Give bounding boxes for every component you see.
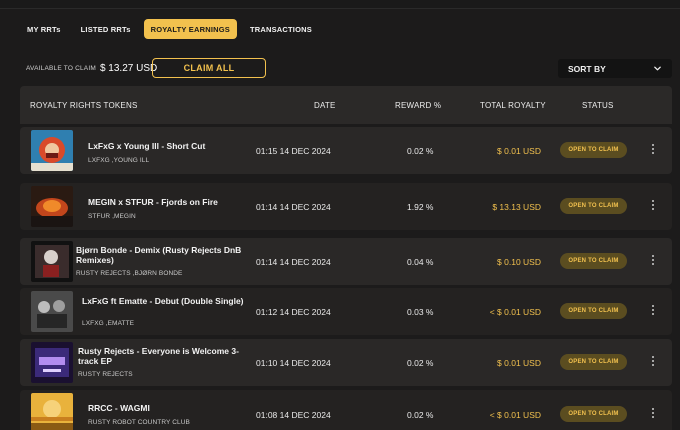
- token-artist: RUSTY REJECTS ,BJØRN BONDE: [76, 270, 183, 277]
- row-reward: 0.02 %: [407, 146, 434, 156]
- top-bar: [0, 0, 680, 9]
- row-reward: 1.92 %: [407, 202, 434, 212]
- more-options-icon[interactable]: [650, 144, 656, 156]
- sort-by-label: SORT BY: [568, 63, 606, 74]
- row-date: 01:12 14 DEC 2024: [256, 307, 331, 317]
- cover-art-thumbnail: [31, 186, 73, 227]
- open-to-claim-button[interactable]: OPEN TO CLAIM: [560, 406, 627, 422]
- open-to-claim-button[interactable]: OPEN TO CLAIM: [560, 354, 627, 370]
- token-artist: RUSTY REJECTS: [78, 371, 133, 378]
- token-title: RRCC - WAGMI: [88, 403, 150, 413]
- row-date: 01:14 14 DEC 2024: [256, 202, 331, 212]
- royalty-table: ROYALTY RIGHTS TOKENS DATE REWARD % TOTA…: [20, 86, 672, 430]
- row-date: 01:15 14 DEC 2024: [256, 146, 331, 156]
- token-title: LxFxG ft Ematte - Debut (Double Single): [82, 296, 244, 306]
- open-to-claim-button[interactable]: OPEN TO CLAIM: [560, 142, 627, 158]
- row-total-royalty: $ 0.01 USD: [497, 146, 541, 156]
- token-artist: LXFXG ,EMATTE: [82, 320, 135, 327]
- tab-bar: MY RRTs LISTED RRTs ROYALTY EARNINGS TRA…: [20, 19, 319, 39]
- col-header-date: DATE: [314, 101, 336, 110]
- tab-listed-rrts[interactable]: LISTED RRTs: [74, 19, 138, 39]
- row-date: 01:08 14 DEC 2024: [256, 410, 331, 420]
- cover-art-thumbnail: [31, 130, 73, 171]
- available-amount: $ 13.27 USD: [99, 62, 158, 74]
- row-reward: 0.02 %: [407, 410, 434, 420]
- cover-art-thumbnail: [31, 393, 73, 430]
- row-reward: 0.02 %: [407, 358, 434, 368]
- token-title: LxFxG x Young Ill - Short Cut: [88, 141, 206, 151]
- chevron-down-icon: [654, 66, 661, 71]
- cover-art-thumbnail: [31, 291, 73, 332]
- cover-art-thumbnail: [31, 342, 73, 383]
- row-total-royalty: < $ 0.01 USD: [489, 410, 541, 420]
- table-row[interactable]: LxFxG x Young Ill - Short Cut LXFXG ,YOU…: [20, 127, 672, 174]
- token-artist: RUSTY ROBOT COUNTRY CLUB: [88, 419, 190, 426]
- claim-all-button[interactable]: CLAIM ALL: [152, 58, 266, 78]
- row-date: 01:14 14 DEC 2024: [256, 257, 331, 267]
- token-title: Bjørn Bonde - Demix (Rusty Rejects DnB R…: [76, 245, 242, 265]
- tab-transactions[interactable]: TRANSACTIONS: [243, 19, 319, 39]
- row-total-royalty: $ 13.13 USD: [492, 202, 541, 212]
- row-reward: 0.03 %: [407, 307, 434, 317]
- table-header: ROYALTY RIGHTS TOKENS DATE REWARD % TOTA…: [20, 86, 672, 124]
- token-title: Rusty Rejects - Everyone is Welcome 3-tr…: [78, 346, 239, 366]
- open-to-claim-button[interactable]: OPEN TO CLAIM: [560, 198, 627, 214]
- token-title: MEGIN x STFUR - Fjords on Fire: [88, 197, 218, 207]
- row-date: 01:10 14 DEC 2024: [256, 358, 331, 368]
- col-header-status: STATUS: [582, 101, 614, 110]
- row-reward: 0.04 %: [407, 257, 434, 267]
- more-options-icon[interactable]: [650, 408, 656, 420]
- available-to-claim: AVAILABLE TO CLAIM $ 13.27 USD: [26, 59, 157, 77]
- open-to-claim-button[interactable]: OPEN TO CLAIM: [560, 303, 627, 319]
- more-options-icon[interactable]: [650, 255, 656, 267]
- more-options-icon[interactable]: [650, 356, 656, 368]
- row-total-royalty: $ 0.01 USD: [497, 358, 541, 368]
- token-artist: STFUR ,MEGIN: [88, 213, 136, 220]
- col-header-total: TOTAL ROYALTY: [480, 101, 546, 110]
- table-row[interactable]: RRCC - WAGMI RUSTY ROBOT COUNTRY CLUB 01…: [20, 390, 672, 430]
- token-artist: LXFXG ,YOUNG ILL: [88, 157, 150, 164]
- more-options-icon[interactable]: [650, 305, 656, 317]
- col-header-token: ROYALTY RIGHTS TOKENS: [30, 101, 138, 110]
- cover-art-thumbnail: [31, 241, 73, 282]
- row-total-royalty: < $ 0.01 USD: [489, 307, 541, 317]
- row-total-royalty: $ 0.10 USD: [497, 257, 541, 267]
- tab-my-rrts[interactable]: MY RRTs: [20, 19, 68, 39]
- sort-by-dropdown[interactable]: SORT BY: [558, 59, 672, 78]
- open-to-claim-button[interactable]: OPEN TO CLAIM: [560, 253, 627, 269]
- table-row[interactable]: LxFxG ft Ematte - Debut (Double Single) …: [20, 288, 672, 335]
- table-row[interactable]: Rusty Rejects - Everyone is Welcome 3-tr…: [20, 339, 672, 386]
- more-options-icon[interactable]: [650, 200, 656, 212]
- available-label: AVAILABLE TO CLAIM: [26, 64, 96, 72]
- col-header-reward: REWARD %: [395, 101, 442, 110]
- table-row[interactable]: MEGIN x STFUR - Fjords on Fire STFUR ,ME…: [20, 183, 672, 230]
- table-row[interactable]: Bjørn Bonde - Demix (Rusty Rejects DnB R…: [20, 238, 672, 285]
- tab-royalty-earnings[interactable]: ROYALTY EARNINGS: [143, 19, 237, 39]
